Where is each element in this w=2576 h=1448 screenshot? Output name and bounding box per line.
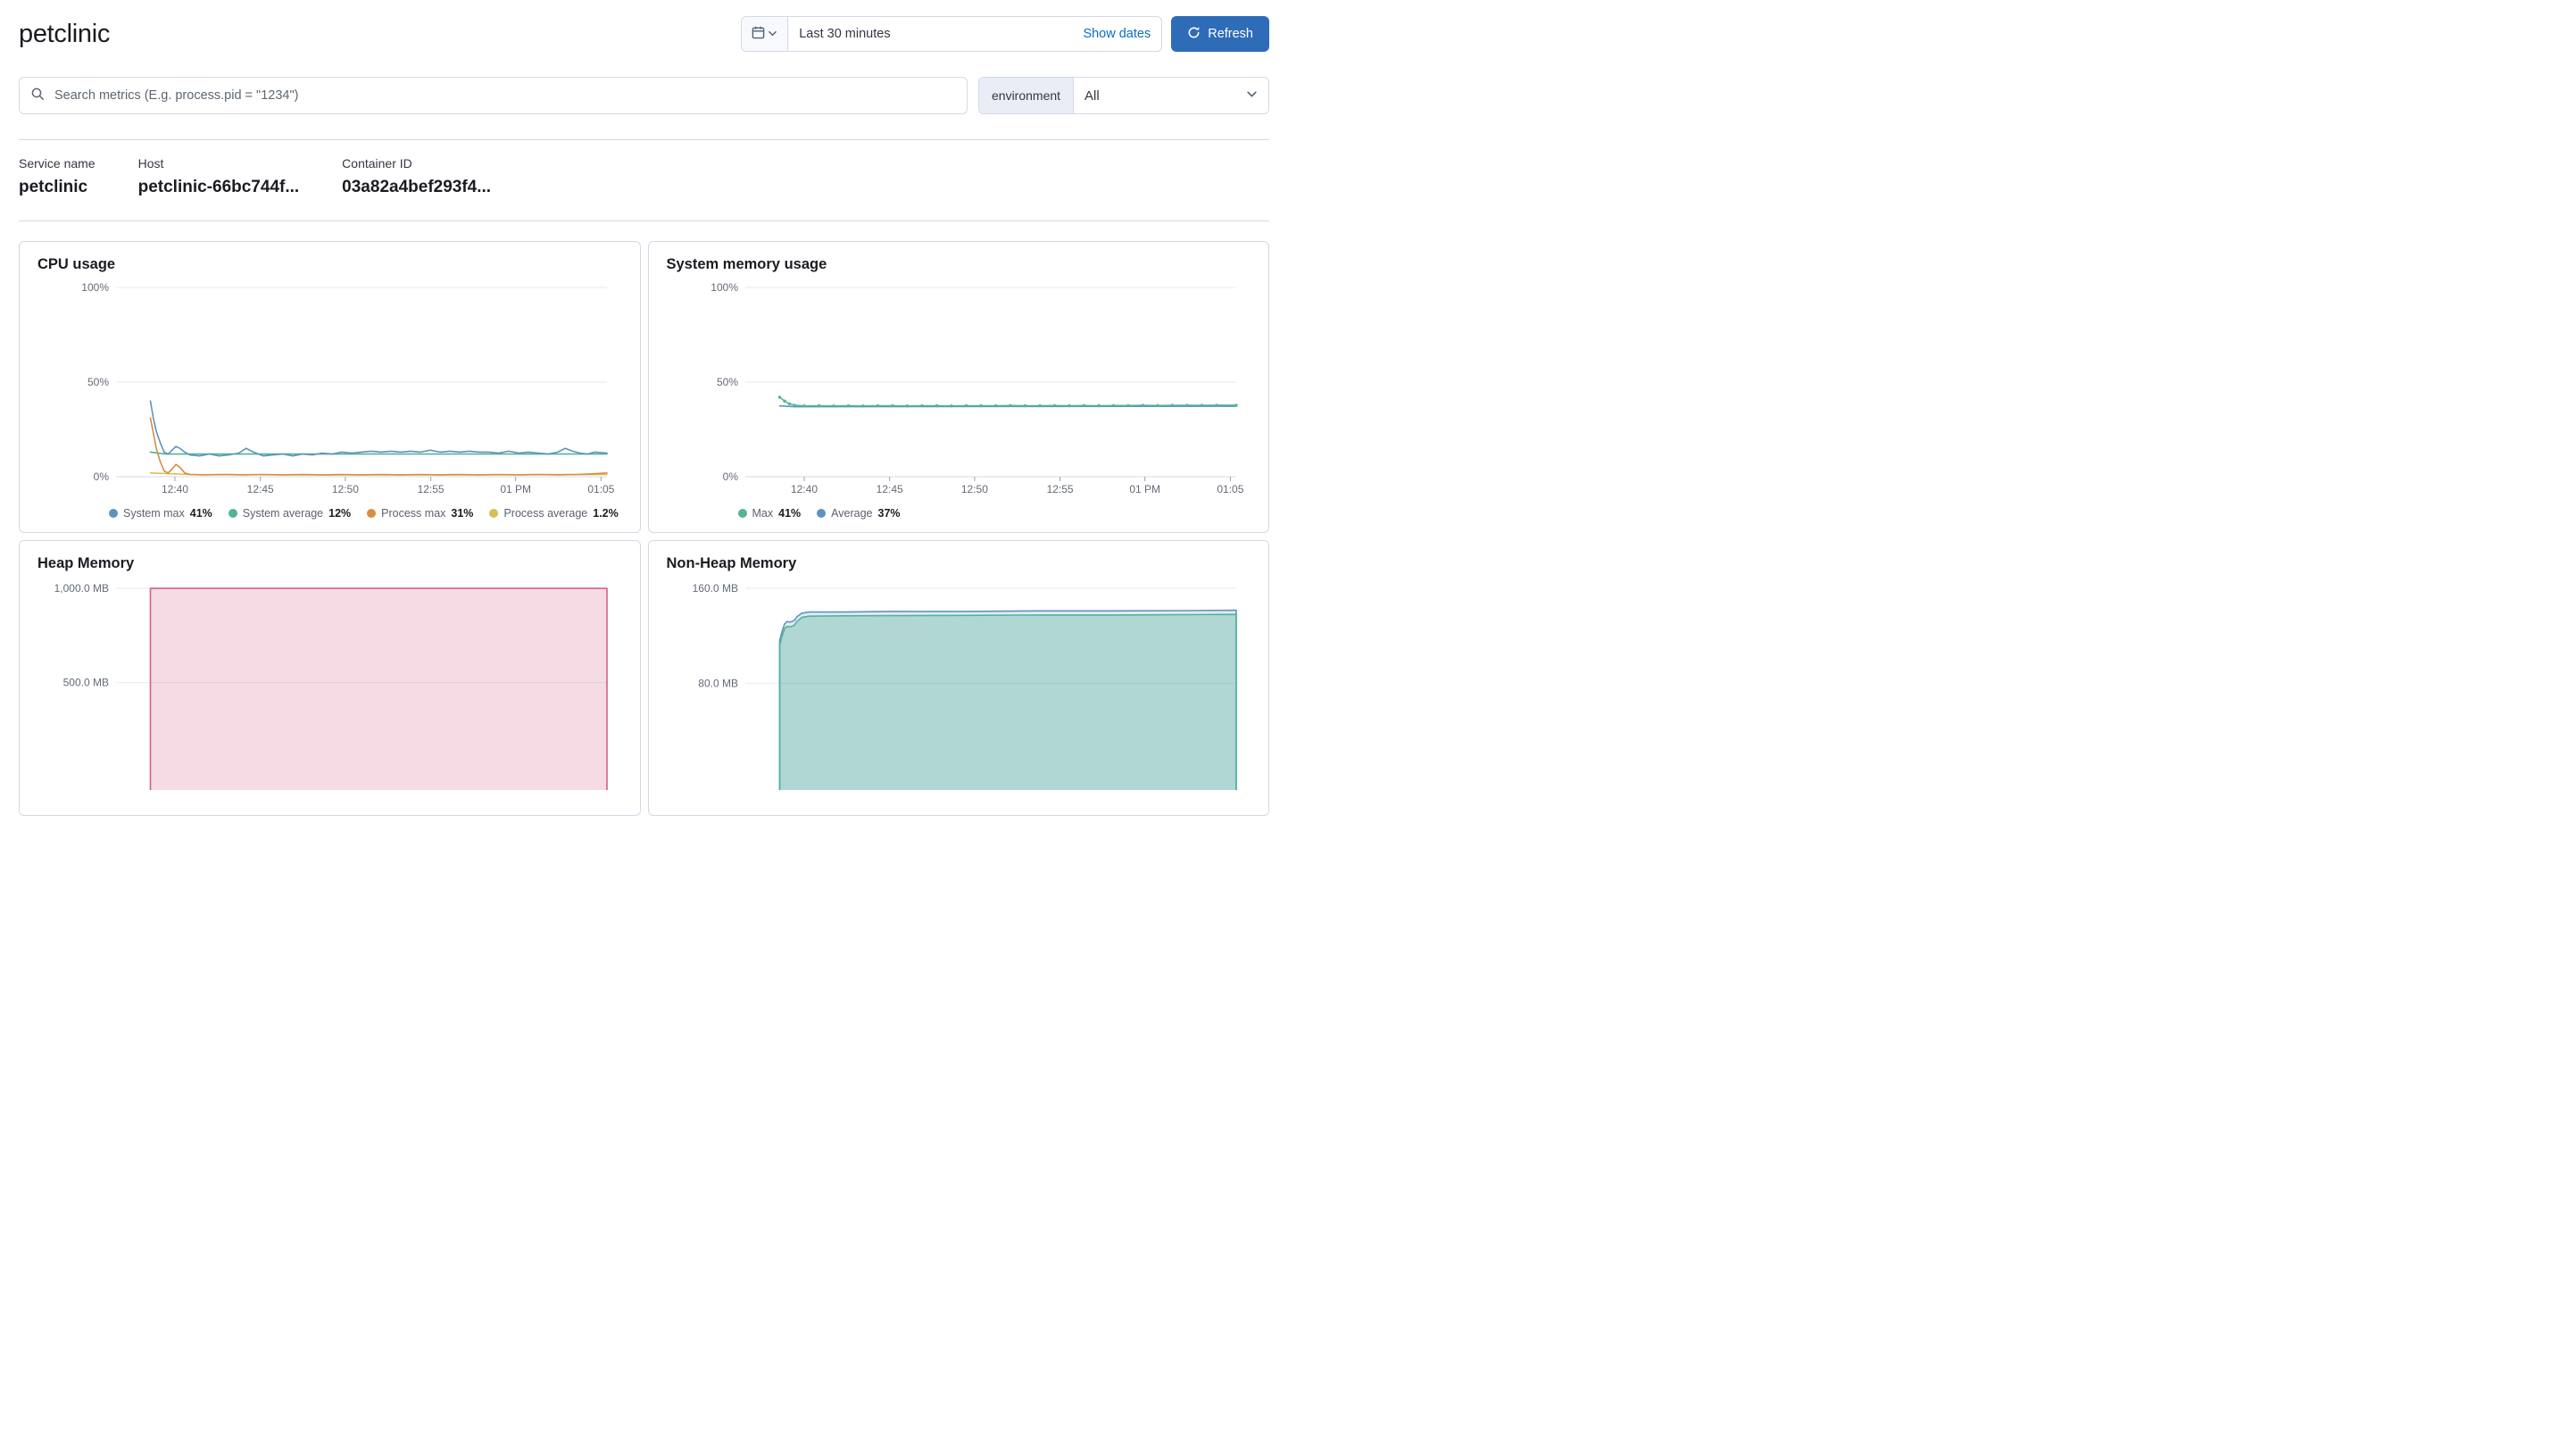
charts-grid: CPU usage 0% 50% 100% 12:40 12:45 12:50 12:55 0… [19, 241, 1269, 816]
legend-series-name: Process average [503, 507, 588, 520]
legend-dot [489, 509, 499, 518]
chart-title: Non-Heap Memory [666, 555, 797, 571]
chart-card-non-heap-memory: Non-Heap Memory 80.0 MB 160.0 MB [647, 540, 1269, 816]
chart-card-heap-memory: Heap Memory 500.0 MB 1,000.0 MB [19, 540, 641, 816]
legend-series-value: 37% [877, 507, 901, 520]
service-title: petclinic [19, 19, 111, 48]
meta-value: petclinic [19, 178, 88, 196]
chart-title: CPU usage [37, 256, 116, 272]
svg-text:50%: 50% [87, 376, 109, 388]
svg-text:01 PM: 01 PM [1129, 483, 1160, 495]
refresh-label: Refresh [1208, 27, 1253, 41]
legend-series-value: 41% [778, 507, 802, 520]
legend-item[interactable]: Process max 31% [367, 507, 473, 520]
apm-service-metrics-page: petclinic Last 30 minutes Show dates Ref… [0, 0, 1288, 816]
svg-text:500.0 MB: 500.0 MB [63, 677, 109, 689]
date-controls: Last 30 minutes Show dates Refresh [741, 16, 1269, 52]
chart-legend: Max 41% Average 37% [737, 507, 1251, 520]
svg-text:160.0 MB: 160.0 MB [692, 582, 737, 595]
chart-card-cpu-usage: CPU usage 0% 50% 100% 12:40 12:45 12:50 12:55 0… [19, 241, 641, 533]
legend-series-name: System average [242, 507, 324, 520]
meta-value: petclinic-66bc744f... [137, 178, 300, 196]
meta-label: Host [137, 156, 164, 171]
chart-legend: System max 41% System average 12% Process ma… [109, 507, 622, 520]
meta-value: 03a82a4bef293f4... [342, 178, 492, 196]
svg-text:01:05: 01:05 [1217, 483, 1243, 495]
meta-container-id: Container ID 03a82a4bef293f4... [342, 156, 491, 197]
meta-label: Container ID [342, 156, 412, 171]
legend-item[interactable]: System max 41% [109, 507, 212, 520]
svg-text:01 PM: 01 PM [500, 483, 531, 495]
meta-service-name: Service name petclinic [19, 156, 96, 197]
search-metrics-field[interactable] [19, 77, 968, 114]
svg-text:0%: 0% [722, 470, 738, 483]
svg-text:100%: 100% [710, 281, 738, 294]
search-input[interactable] [53, 87, 956, 104]
environment-filter: environment All [978, 77, 1269, 114]
svg-text:100%: 100% [81, 281, 109, 294]
chart-title: System memory usage [666, 256, 827, 272]
legend-series-name: Average [831, 507, 873, 520]
legend-dot [109, 509, 118, 518]
time-range-label: Last 30 minutes [799, 27, 891, 41]
service-metadata: Service name petclinic Host petclinic-66… [19, 139, 1269, 221]
svg-text:12:55: 12:55 [1046, 483, 1073, 495]
svg-text:80.0 MB: 80.0 MB [698, 677, 738, 689]
date-range-display[interactable]: Last 30 minutes Show dates [788, 17, 1161, 51]
search-row: environment All [19, 77, 1269, 114]
legend-dot [737, 509, 747, 518]
svg-text:12:50: 12:50 [332, 483, 359, 495]
legend-series-value: 1.2% [593, 507, 619, 520]
legend-series-value: 12% [328, 507, 352, 520]
chart-title: Heap Memory [37, 555, 135, 571]
svg-text:12:40: 12:40 [790, 483, 817, 495]
svg-text:01:05: 01:05 [587, 483, 614, 495]
legend-series-name: System max [123, 507, 185, 520]
legend-item[interactable]: Average 37% [817, 507, 901, 520]
svg-text:12:45: 12:45 [247, 483, 274, 495]
chevron-down-icon [768, 28, 777, 41]
environment-selected-value: All [1084, 87, 1100, 104]
svg-text:12:40: 12:40 [162, 483, 188, 495]
legend-series-value: 31% [451, 507, 474, 520]
svg-text:12:50: 12:50 [960, 483, 987, 495]
legend-dot [817, 509, 827, 518]
svg-text:12:45: 12:45 [876, 483, 902, 495]
legend-item[interactable]: Process average 1.2% [489, 507, 619, 520]
page-header: petclinic Last 30 minutes Show dates Ref… [19, 16, 1269, 52]
calendar-icon [752, 26, 765, 42]
refresh-icon [1187, 26, 1201, 43]
chevron-down-icon [1246, 88, 1258, 104]
chart-card-system-memory: System memory usage 0% 50% 100% 12:40 12:45 1… [647, 241, 1269, 533]
quick-select-button[interactable] [742, 17, 789, 51]
system-memory-chart[interactable]: 0% 50% 100% 12:40 12:45 12:50 12:55 01 PM 01:05 [667, 279, 1249, 495]
svg-text:1,000.0 MB: 1,000.0 MB [54, 582, 109, 595]
svg-text:0%: 0% [94, 470, 110, 483]
legend-series-name: Max [752, 507, 774, 520]
legend-series-name: Process max [381, 507, 446, 520]
cpu-usage-chart[interactable]: 0% 50% 100% 12:40 12:45 12:50 12:55 01 PM 01:05 [37, 279, 619, 495]
meta-host: Host petclinic-66bc744f... [138, 156, 300, 197]
legend-item[interactable]: System average 12% [228, 507, 352, 520]
environment-select[interactable]: All [1074, 78, 1268, 113]
environment-filter-label: environment [979, 78, 1075, 113]
svg-text:50%: 50% [716, 376, 737, 388]
show-dates-link[interactable]: Show dates [1083, 27, 1151, 41]
search-icon [30, 87, 45, 105]
legend-series-value: 41% [189, 507, 212, 520]
svg-text:12:55: 12:55 [418, 483, 445, 495]
legend-dot [228, 509, 237, 518]
super-date-picker: Last 30 minutes Show dates [741, 16, 1163, 52]
non-heap-memory-chart[interactable]: 80.0 MB 160.0 MB [667, 578, 1249, 790]
legend-item[interactable]: Max 41% [737, 507, 802, 520]
legend-dot [367, 509, 377, 518]
meta-label: Service name [19, 156, 96, 171]
heap-memory-chart[interactable]: 500.0 MB 1,000.0 MB [37, 578, 619, 790]
refresh-button[interactable]: Refresh [1171, 16, 1269, 52]
